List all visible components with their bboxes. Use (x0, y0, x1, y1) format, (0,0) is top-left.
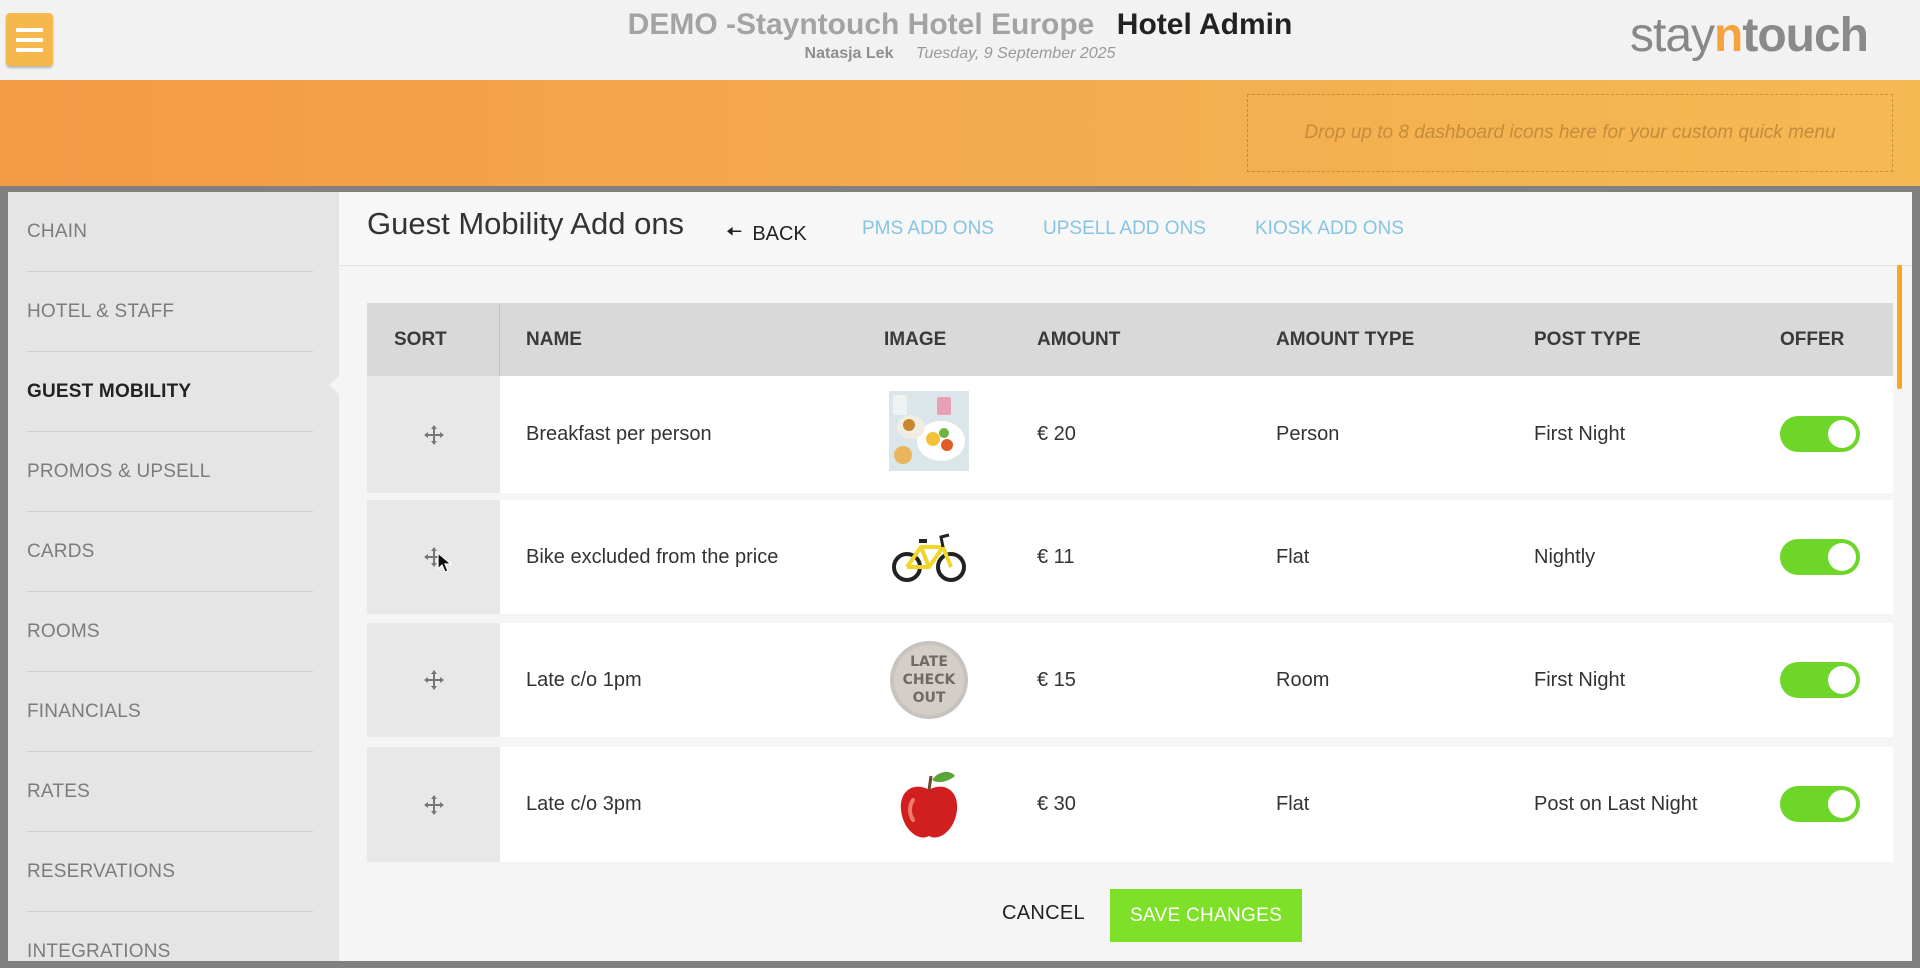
move-icon (423, 670, 444, 690)
col-amount-type: AMOUNT TYPE (1276, 328, 1415, 350)
sidebar-item-rooms[interactable]: ROOMS (27, 592, 313, 672)
svg-text:LATE: LATE (910, 654, 948, 670)
top-bar: DEMO -Stayntouch Hotel Europe Hotel Admi… (0, 0, 1920, 80)
quick-menu-band: Drop up to 8 dashboard icons here for yo… (0, 80, 1920, 186)
addon-name: Breakfast per person (526, 423, 712, 445)
sidebar-item-hotel-staff[interactable]: HOTEL & STAFF (27, 272, 313, 352)
main-frame: CHAIN HOTEL & STAFF GUEST MOBILITY PROMO… (8, 192, 1912, 961)
addon-name: Bike excluded from the price (526, 545, 779, 568)
sidebar-item-integrations[interactable]: INTEGRATIONS (27, 912, 313, 962)
scrollbar-thumb[interactable] (1897, 265, 1902, 389)
tab-kiosk-add-ons[interactable]: KIOSK ADD ONS (1255, 218, 1404, 240)
table-row: Late c/o 1pm LATE CHECK OUT € 15 Room Fi… (367, 623, 1893, 737)
quick-menu-dropzone[interactable]: Drop up to 8 dashboard icons here for yo… (1247, 94, 1893, 172)
sidebar-item-chain[interactable]: CHAIN (27, 192, 313, 272)
addon-amount: € 20 (1037, 423, 1076, 445)
content-panel: Guest Mobility Add ons 🠤 BACK PMS ADD ON… (339, 192, 1912, 961)
bicycle-image (889, 517, 969, 597)
col-amount: AMOUNT (1037, 328, 1121, 350)
sidebar: CHAIN HOTEL & STAFF GUEST MOBILITY PROMO… (8, 192, 340, 962)
page-header: Guest Mobility Add ons 🠤 BACK PMS ADD ON… (339, 192, 1912, 266)
table-header: SORT NAME IMAGE AMOUNT AMOUNT TYPE POST … (367, 303, 1893, 376)
tab-pms-add-ons[interactable]: PMS ADD ONS (862, 218, 994, 240)
apple-image (889, 764, 969, 844)
tab-upsell-add-ons[interactable]: UPSELL ADD ONS (1043, 218, 1206, 240)
addon-post-type: Nightly (1534, 545, 1596, 568)
back-arrow-icon: 🠤 (726, 221, 743, 243)
mouse-cursor-icon (437, 552, 453, 573)
addon-amount-type: Flat (1276, 545, 1310, 568)
offer-toggle[interactable] (1780, 539, 1860, 575)
sidebar-item-cards[interactable]: CARDS (27, 512, 313, 592)
hotel-name: DEMO -Stayntouch Hotel Europe (627, 8, 1095, 41)
sidebar-item-reservations[interactable]: RESERVATIONS (27, 832, 313, 912)
addon-amount: € 30 (1037, 793, 1076, 815)
addon-amount-type: Flat (1276, 793, 1310, 815)
sidebar-item-rates[interactable]: RATES (27, 752, 313, 832)
drag-handle[interactable] (367, 623, 500, 737)
svg-text:CHECK: CHECK (903, 672, 957, 688)
addon-post-type: Post on Last Night (1534, 793, 1698, 815)
addon-post-type: First Night (1534, 668, 1626, 691)
addon-amount: € 15 (1037, 668, 1076, 691)
move-icon (423, 794, 444, 815)
table-row: Bike excluded from the price € 11 Flat N… (367, 500, 1893, 614)
col-sort: SORT (394, 328, 447, 350)
col-image: IMAGE (884, 328, 947, 350)
addon-amount-type: Room (1276, 668, 1330, 691)
drag-handle[interactable] (367, 747, 500, 862)
offer-toggle[interactable] (1780, 662, 1860, 698)
sidebar-item-financials[interactable]: FINANCIALS (27, 672, 313, 752)
business-date: Tuesday, 9 September 2025 (915, 45, 1116, 62)
page-title: Guest Mobility Add ons (367, 206, 685, 241)
user-name: Natasja Lek (804, 45, 894, 62)
stayntouch-logo: stayntouch (1630, 9, 1869, 62)
drag-handle[interactable] (367, 500, 500, 614)
table-row: Late c/o 3pm € 30 Flat Post on Last Nigh… (367, 747, 1893, 862)
table-row: Breakfast per person € 20 Person First N… (367, 376, 1893, 493)
app-name: Hotel Admin (1116, 8, 1293, 41)
svg-text:OUT: OUT (913, 690, 946, 706)
col-name: NAME (526, 328, 582, 350)
save-changes-button[interactable]: SAVE CHANGES (1110, 889, 1302, 942)
late-checkout-image: LATE CHECK OUT (890, 641, 968, 719)
col-post-type: POST TYPE (1534, 328, 1641, 350)
back-label: BACK (752, 222, 807, 245)
sidebar-item-guest-mobility[interactable]: GUEST MOBILITY (27, 352, 313, 432)
sidebar-item-promos-upsell[interactable]: PROMOS & UPSELL (27, 432, 313, 512)
cancel-button[interactable]: CANCEL (1002, 902, 1085, 925)
col-offer: OFFER (1780, 328, 1845, 350)
back-button[interactable]: 🠤 BACK (726, 217, 807, 251)
offer-toggle[interactable] (1780, 786, 1860, 822)
addon-name: Late c/o 1pm (526, 668, 642, 691)
breakfast-image (889, 391, 969, 471)
offer-toggle[interactable] (1780, 416, 1860, 452)
drag-handle[interactable] (367, 376, 500, 493)
addon-amount-type: Person (1276, 423, 1340, 445)
move-icon (423, 424, 444, 445)
addon-amount: € 11 (1037, 545, 1075, 568)
addon-name: Late c/o 3pm (526, 793, 642, 815)
addon-post-type: First Night (1534, 423, 1626, 445)
